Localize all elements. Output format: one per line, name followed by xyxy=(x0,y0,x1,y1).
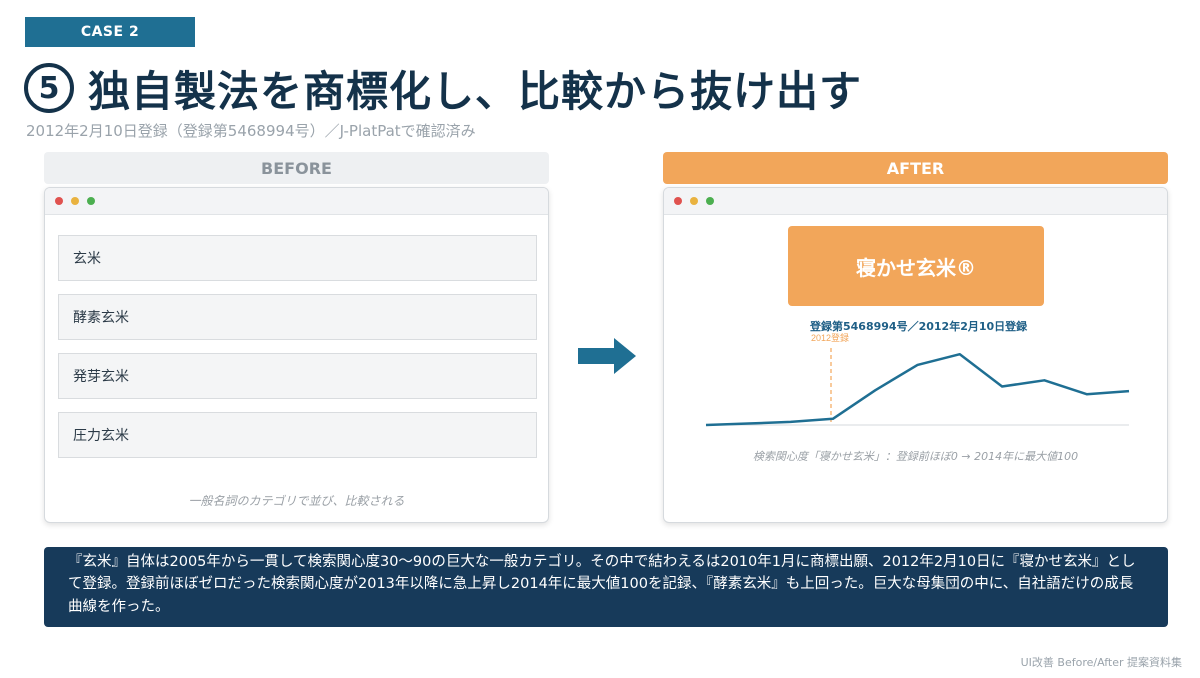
maximize-dot-icon[interactable] xyxy=(87,197,95,205)
footer-text: UI改善 Before/After 提案資料集 xyxy=(1020,656,1182,669)
after-note: 検索関心度「寝かせ玄米」：登録前ほぼ0 → 2014年に最大値100 xyxy=(752,450,1079,463)
search-interest-chart: 2012登録 xyxy=(705,332,1130,427)
arrow-right-icon xyxy=(578,338,636,374)
list-item[interactable]: 圧力玄米 xyxy=(58,412,537,458)
title-number: 5 xyxy=(24,63,74,113)
before-note: 一般名詞のカテゴリで並び、比較される xyxy=(188,494,405,508)
list-item[interactable]: 酵素玄米 xyxy=(58,294,537,340)
registration-marker-label: 2012登録 xyxy=(811,332,849,343)
before-label: BEFORE xyxy=(44,152,549,184)
title-text: 独自製法を商標化し、比較から抜け出す xyxy=(88,66,863,116)
before-window: 玄米 酵素玄米 発芽玄米 圧力玄米 一般名詞のカテゴリで並び、比較される xyxy=(44,187,549,523)
list-item[interactable]: 発芽玄米 xyxy=(58,353,537,399)
minimize-dot-icon[interactable] xyxy=(71,197,79,205)
close-dot-icon[interactable] xyxy=(55,197,63,205)
summary-text: 『玄米』自体は2005年から一貫して検索関心度30〜90の巨大な一般カテゴリ。そ… xyxy=(44,547,1168,627)
after-window: 寝かせ玄米® 登録第5468994号／2012年2月10日登録 2012登録 検… xyxy=(663,187,1168,523)
list-item[interactable]: 玄米 xyxy=(58,235,537,281)
case-tag: CASE 2 xyxy=(25,17,195,47)
page-title: 5 独自製法を商標化し、比較から抜け出す xyxy=(24,58,862,118)
subtitle: 2012年2月10日登録（登録第5468994号）／J-PlatPatで確認済み xyxy=(26,122,476,140)
window-titlebar xyxy=(45,188,548,215)
after-label: AFTER xyxy=(663,152,1168,184)
